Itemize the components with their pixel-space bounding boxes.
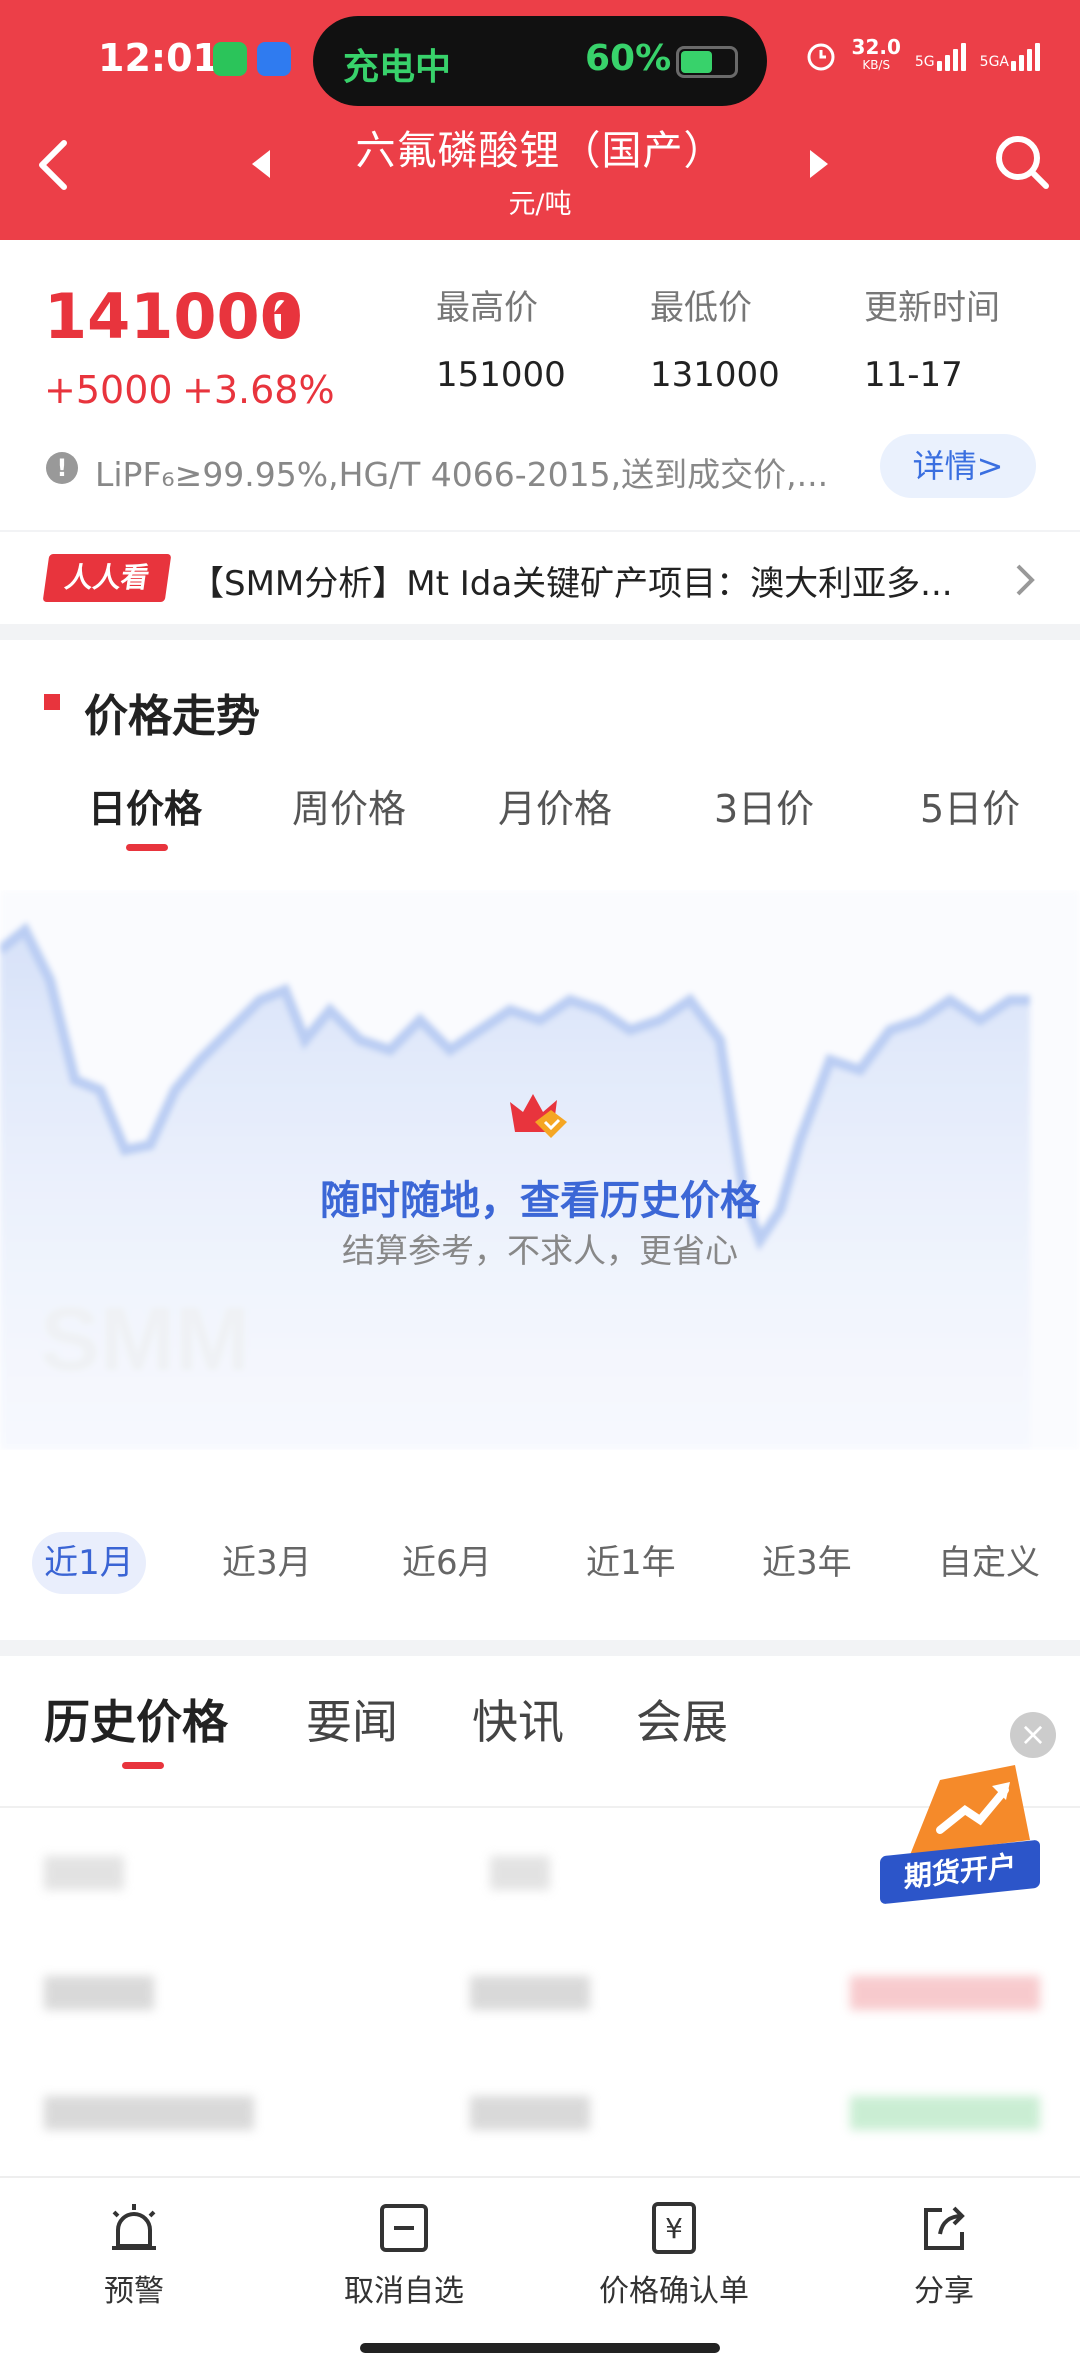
close-ad-icon[interactable]: × <box>1010 1712 1056 1758</box>
prev-product-icon[interactable] <box>252 150 270 178</box>
yuan-document-icon: ¥ <box>652 2202 696 2254</box>
search-icon[interactable] <box>990 130 1054 194</box>
tab-exhibition[interactable]: 会展 <box>636 1686 728 1752</box>
period-tab-indicator <box>126 844 168 851</box>
tab-5day-price[interactable]: 5日价 <box>920 778 1020 833</box>
nav-share-label: 分享 <box>914 2274 974 2309</box>
overlay-subtext: 结算参考，不求人，更省心 <box>342 1231 738 1270</box>
title-block: 六氟磷酸锂（国产） 元/吨 <box>280 118 800 221</box>
chevron-right-icon[interactable] <box>1010 562 1038 598</box>
range-custom[interactable]: 自定义 <box>938 1532 1040 1594</box>
nav-share[interactable]: 分享 <box>844 2200 1044 2310</box>
updated-stat: 更新时间 11-17 <box>864 280 1000 395</box>
arrow-up-icon <box>273 300 297 334</box>
alarm-icon <box>807 43 835 71</box>
signal-5ga-icon: 5GA <box>980 41 1040 71</box>
back-icon[interactable] <box>30 135 80 195</box>
news-ticker[interactable]: 人人看 【SMM分析】Mt Ida关键矿产项目：澳大利亚多... <box>0 532 1080 624</box>
updated-label: 更新时间 <box>864 288 1000 328</box>
history-tab-indicator <box>122 1762 164 1769</box>
svg-text:¥: ¥ <box>665 2212 683 2245</box>
tab-3day-price[interactable]: 3日价 <box>714 778 814 833</box>
nav-remove-favorite[interactable]: 取消自选 <box>304 2200 504 2310</box>
alarm-bell-icon <box>112 2204 156 2250</box>
history-section: 历史价格 要闻 快讯 会展 <box>0 1656 1080 2176</box>
high-price-value: 151000 <box>436 355 566 395</box>
battery-icon <box>676 46 738 78</box>
nav-alert-label: 预警 <box>104 2274 164 2309</box>
net-speed: 32.0 KB/S <box>851 35 901 72</box>
news-headline[interactable]: 【SMM分析】Mt Ida关键矿产项目：澳大利亚多... <box>190 556 990 605</box>
tab-monthly-price[interactable]: 月价格 <box>498 778 612 833</box>
detail-button[interactable]: 详情> <box>880 434 1036 498</box>
section-title: 价格走势 <box>84 691 260 742</box>
header: 12:01 充电中 60% 32.0 KB/S 5G 5GA 六氟磷酸锂（国产）… <box>0 0 1080 240</box>
price-unit: 元/吨 <box>508 189 572 220</box>
nav-price-confirmation[interactable]: ¥ 价格确认单 <box>574 2200 774 2310</box>
tab-history-price[interactable]: 历史价格 <box>44 1686 228 1752</box>
spec-note: LiPF₆≥99.95%,HG/T 4066-2015,送到成交价,... <box>95 455 829 494</box>
status-right: 32.0 KB/S 5G 5GA <box>804 35 1040 74</box>
history-tabs: 历史价格 要闻 快讯 会展 <box>0 1686 1080 1766</box>
tab-flash[interactable]: 快讯 <box>472 1686 564 1752</box>
current-price: 141000 <box>44 280 303 353</box>
range-3y[interactable]: 近3年 <box>762 1532 852 1594</box>
minus-square-icon <box>380 2204 428 2252</box>
smm-logo-icon <box>510 1094 567 1138</box>
status-time: 12:01 <box>98 36 219 80</box>
range-3m[interactable]: 近3月 <box>222 1532 312 1594</box>
nav-alert[interactable]: 预警 <box>34 2200 234 2310</box>
info-icon: ! <box>46 452 78 484</box>
range-tabs: 近1月 近3月 近6月 近1年 近3年 自定义 <box>0 1520 1080 1600</box>
table-row <box>0 2056 1080 2176</box>
low-price-label: 最低价 <box>650 288 752 328</box>
price-chart[interactable]: SMM 随时随地，查看历史价格 结算参考，不求人，更省心 <box>0 890 1080 1450</box>
table-row <box>0 1936 1080 2056</box>
app-notification-icon <box>257 42 291 76</box>
tab-weekly-price[interactable]: 周价格 <box>292 778 406 833</box>
range-6m[interactable]: 近6月 <box>402 1532 492 1594</box>
updated-value: 11-17 <box>864 355 963 395</box>
nav-remove-favorite-label: 取消自选 <box>344 2274 464 2309</box>
battery-percent: 60% <box>585 38 672 79</box>
high-price-label: 最高价 <box>436 288 538 328</box>
nav-price-confirmation-label: 价格确认单 <box>599 2274 749 2309</box>
wechat-icon <box>213 42 247 76</box>
charging-label: 充电中 <box>343 47 452 88</box>
tab-daily-price[interactable]: 日价格 <box>88 778 202 833</box>
tab-news[interactable]: 要闻 <box>306 1686 398 1752</box>
period-tabs: 日价格 周价格 月价格 3日价 5日价 <box>0 778 1080 851</box>
range-1y[interactable]: 近1年 <box>586 1532 676 1594</box>
news-tag: 人人看 <box>42 554 172 602</box>
next-product-icon[interactable] <box>810 150 828 178</box>
price-change-abs: +5000 <box>44 368 173 412</box>
low-price-stat: 最低价 131000 <box>650 280 780 395</box>
price-change-pct: +3.68% <box>182 368 335 412</box>
status-bar: 12:01 充电中 60% 32.0 KB/S 5G 5GA <box>0 0 1080 120</box>
high-price-stat: 最高价 151000 <box>436 280 566 395</box>
page: 12:01 充电中 60% 32.0 KB/S 5G 5GA 六氟磷酸锂（国产）… <box>0 0 1080 2374</box>
price-trend-section: 价格走势 日价格 周价格 月价格 3日价 5日价 SMM 随时随地，查看历史价格… <box>0 640 1080 1640</box>
futures-account-ad[interactable]: 期货开户 <box>880 1760 1040 1910</box>
price-card: 141000 +5000 +3.68% 最高价 151000 最低价 13100… <box>0 240 1080 530</box>
charging-pill: 充电中 60% <box>313 16 767 106</box>
home-indicator[interactable] <box>360 2343 720 2353</box>
page-title: 六氟磷酸锂（国产） <box>355 128 725 174</box>
overlay-headline: 随时随地，查看历史价格 <box>320 1178 760 1224</box>
signal-5g-icon: 5G <box>915 41 966 71</box>
low-price-value: 131000 <box>650 355 780 395</box>
login-overlay: 随时随地，查看历史价格 结算参考，不求人，更省心 <box>0 890 1080 1450</box>
range-1m[interactable]: 近1月 <box>32 1532 146 1594</box>
share-icon <box>924 2206 965 2250</box>
